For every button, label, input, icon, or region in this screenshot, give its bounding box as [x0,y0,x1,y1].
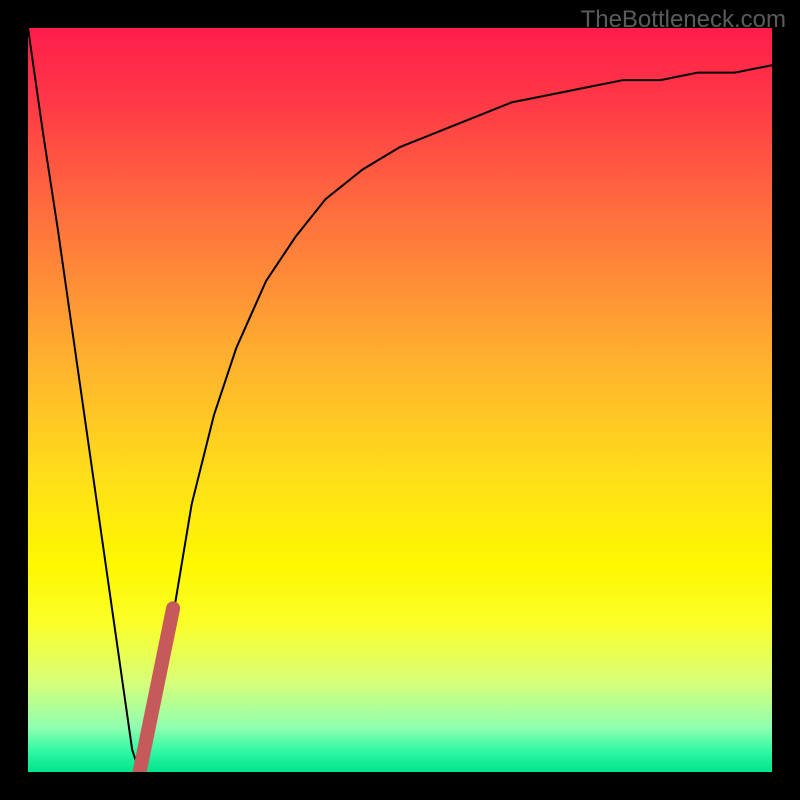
attribution-text: TheBottleneck.com [581,6,786,34]
gradient-background [28,28,772,772]
plot-svg [28,28,772,772]
plot-area [28,28,772,772]
chart-frame: TheBottleneck.com [0,0,800,800]
